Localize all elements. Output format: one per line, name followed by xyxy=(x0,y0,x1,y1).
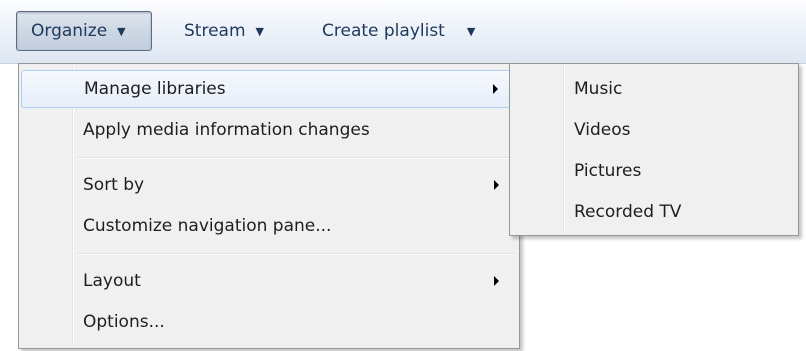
organize-button[interactable]: Organize ▼ xyxy=(16,11,152,51)
submenu-item-pictures[interactable]: Pictures xyxy=(512,152,796,190)
menu-item-sort-by[interactable]: Sort by xyxy=(21,166,517,204)
menu-item-label: Apply media information changes xyxy=(83,120,370,140)
submenu-item-videos[interactable]: Videos xyxy=(512,111,796,149)
menu-item-label: Manage libraries xyxy=(84,79,226,99)
menu-item-apply-media-info[interactable]: Apply media information changes xyxy=(21,111,517,149)
stream-button[interactable]: Stream ▼ xyxy=(184,11,264,51)
chevron-down-icon: ▼ xyxy=(117,24,126,38)
chevron-down-icon: ▼ xyxy=(255,24,264,38)
menu-item-label: Customize navigation pane... xyxy=(83,216,332,236)
menu-item-customize-navigation-pane[interactable]: Customize navigation pane... xyxy=(21,207,517,245)
submenu-item-label: Pictures xyxy=(574,161,642,181)
menu-item-label: Options... xyxy=(83,312,165,332)
menu-item-manage-libraries[interactable]: Manage libraries xyxy=(21,70,517,108)
chevron-right-icon xyxy=(493,84,498,94)
menu-item-options[interactable]: Options... xyxy=(21,303,517,341)
chevron-down-icon: ▼ xyxy=(466,24,476,38)
create-playlist-button[interactable]: Create playlist ▼ xyxy=(322,11,475,51)
organize-menu: Manage libraries Apply media information… xyxy=(18,63,520,349)
submenu-item-label: Videos xyxy=(574,120,631,140)
stream-label: Stream xyxy=(184,21,246,41)
menu-item-label: Layout xyxy=(83,271,141,291)
chevron-right-icon xyxy=(494,180,499,190)
submenu-item-label: Recorded TV xyxy=(574,202,682,222)
menu-item-layout[interactable]: Layout xyxy=(21,262,517,300)
submenu-item-music[interactable]: Music xyxy=(512,70,796,108)
menu-separator xyxy=(77,253,515,255)
organize-label: Organize xyxy=(31,21,108,41)
submenu-item-recorded-tv[interactable]: Recorded TV xyxy=(512,193,796,231)
menu-separator xyxy=(77,157,515,159)
submenu-item-label: Music xyxy=(574,79,623,99)
create-playlist-label: Create playlist xyxy=(322,21,445,41)
command-bar: Organize ▼ Stream ▼ Create playlist ▼ xyxy=(0,0,806,64)
chevron-right-icon xyxy=(494,276,499,286)
manage-libraries-submenu: Music Videos Pictures Recorded TV xyxy=(509,63,799,236)
menu-item-label: Sort by xyxy=(83,175,145,195)
